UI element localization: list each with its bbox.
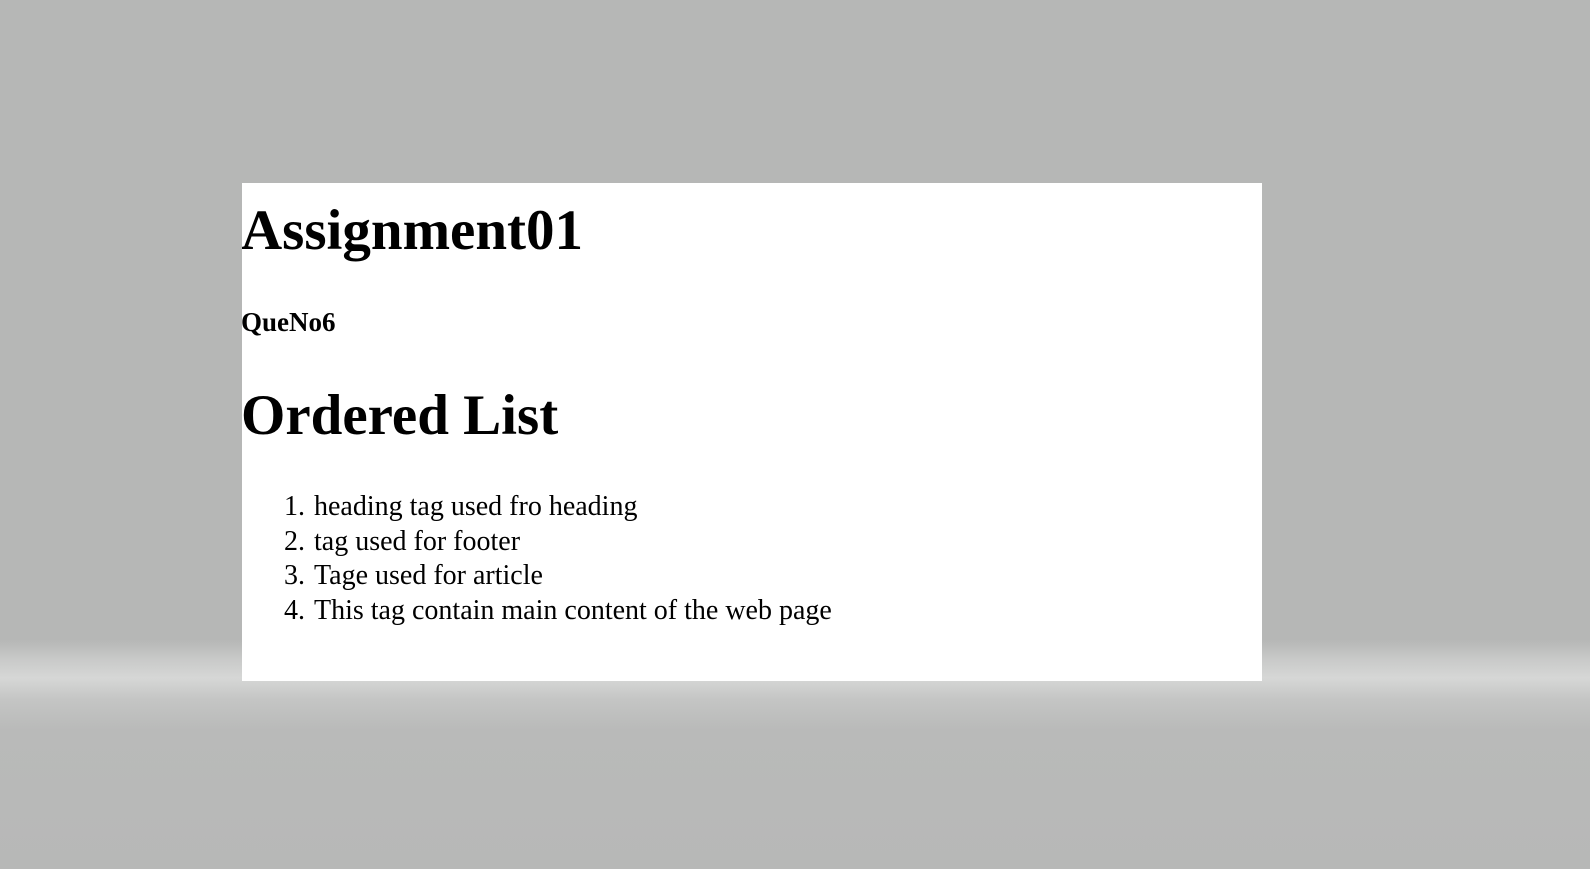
list-item: 1. heading tag used fro heading (284, 490, 832, 525)
web-page-viewport: Assignment01 QueNo6 Ordered List 1. headi… (242, 183, 1262, 681)
list-item: 4. This tag contain main content of the w… (284, 594, 832, 629)
list-item-text: Tage used for article (314, 560, 543, 591)
list-item-number: 4. (284, 594, 305, 626)
list-item-text: heading tag used fro heading (314, 491, 638, 522)
ordered-list: 1. heading tag used fro heading 2. tag use… (284, 490, 832, 628)
list-item-text: This tag contain main content of the web… (314, 594, 832, 626)
list-item-text: tag used for footer (314, 525, 521, 557)
list-item-number: 2. (284, 525, 305, 557)
page-title: Assignment01 (242, 199, 584, 262)
question-label: QueNo6 (242, 307, 336, 337)
ordered-list-heading: Ordered List (242, 384, 559, 447)
list-item-number: 1. (284, 491, 305, 522)
list-item: 3. Tage used for article (284, 559, 832, 594)
list-item-number: 3. (284, 560, 305, 591)
list-item: 2. tag used for footer (284, 525, 832, 560)
